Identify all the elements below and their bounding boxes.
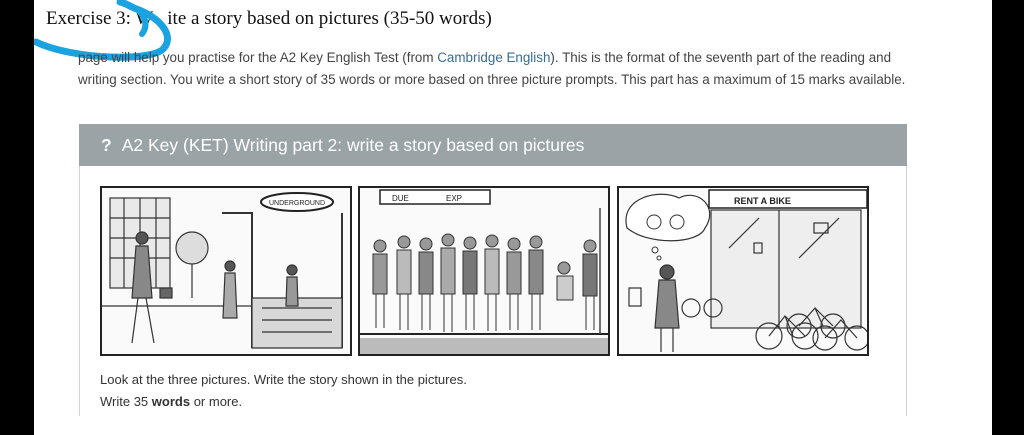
panel-header: ? A2 Key (KET) Writing part 2: write a s…: [79, 124, 907, 166]
panel-body: UNDERGROUND DUE EXP RENT A BIKE Look at …: [79, 166, 907, 416]
page: Exercise 3: Wite a story based on pictur…: [34, 0, 992, 435]
instruction-text: Write 35: [100, 394, 152, 409]
underground-sign: UNDERGROUND: [269, 200, 325, 207]
picture-woman-walking-to-underground: UNDERGROUND: [100, 186, 352, 356]
rent-a-bike-sign: RENT A BIKE: [734, 196, 791, 206]
due-sign: DUE: [392, 194, 409, 203]
instruction-line-1: Look at the three pictures. Write the st…: [100, 372, 467, 387]
instruction-bold-words: words: [151, 394, 191, 409]
instruction-line-2: Write 35 words or more.: [100, 394, 242, 409]
writing-panel: ? A2 Key (KET) Writing part 2: write a s…: [79, 124, 907, 416]
intro-paragraph: page will help you practise for the A2 K…: [78, 47, 908, 91]
question-icon: ?: [101, 134, 112, 155]
cambridge-english-link[interactable]: Cambridge English: [437, 50, 550, 65]
intro-text-1: page will help you practise for the A2 K…: [78, 50, 438, 65]
instruction-text-end: or more.: [190, 394, 243, 409]
picture-crowd-on-platform: DUE EXP: [358, 186, 610, 356]
title-suffix: ite a story based on pictures (35-50 wor…: [167, 8, 492, 29]
picture-rent-a-bike: RENT A BIKE: [617, 186, 869, 356]
panel-heading: A2 Key (KET) Writing part 2: write a sto…: [121, 134, 585, 155]
exp-sign: EXP: [446, 194, 462, 203]
